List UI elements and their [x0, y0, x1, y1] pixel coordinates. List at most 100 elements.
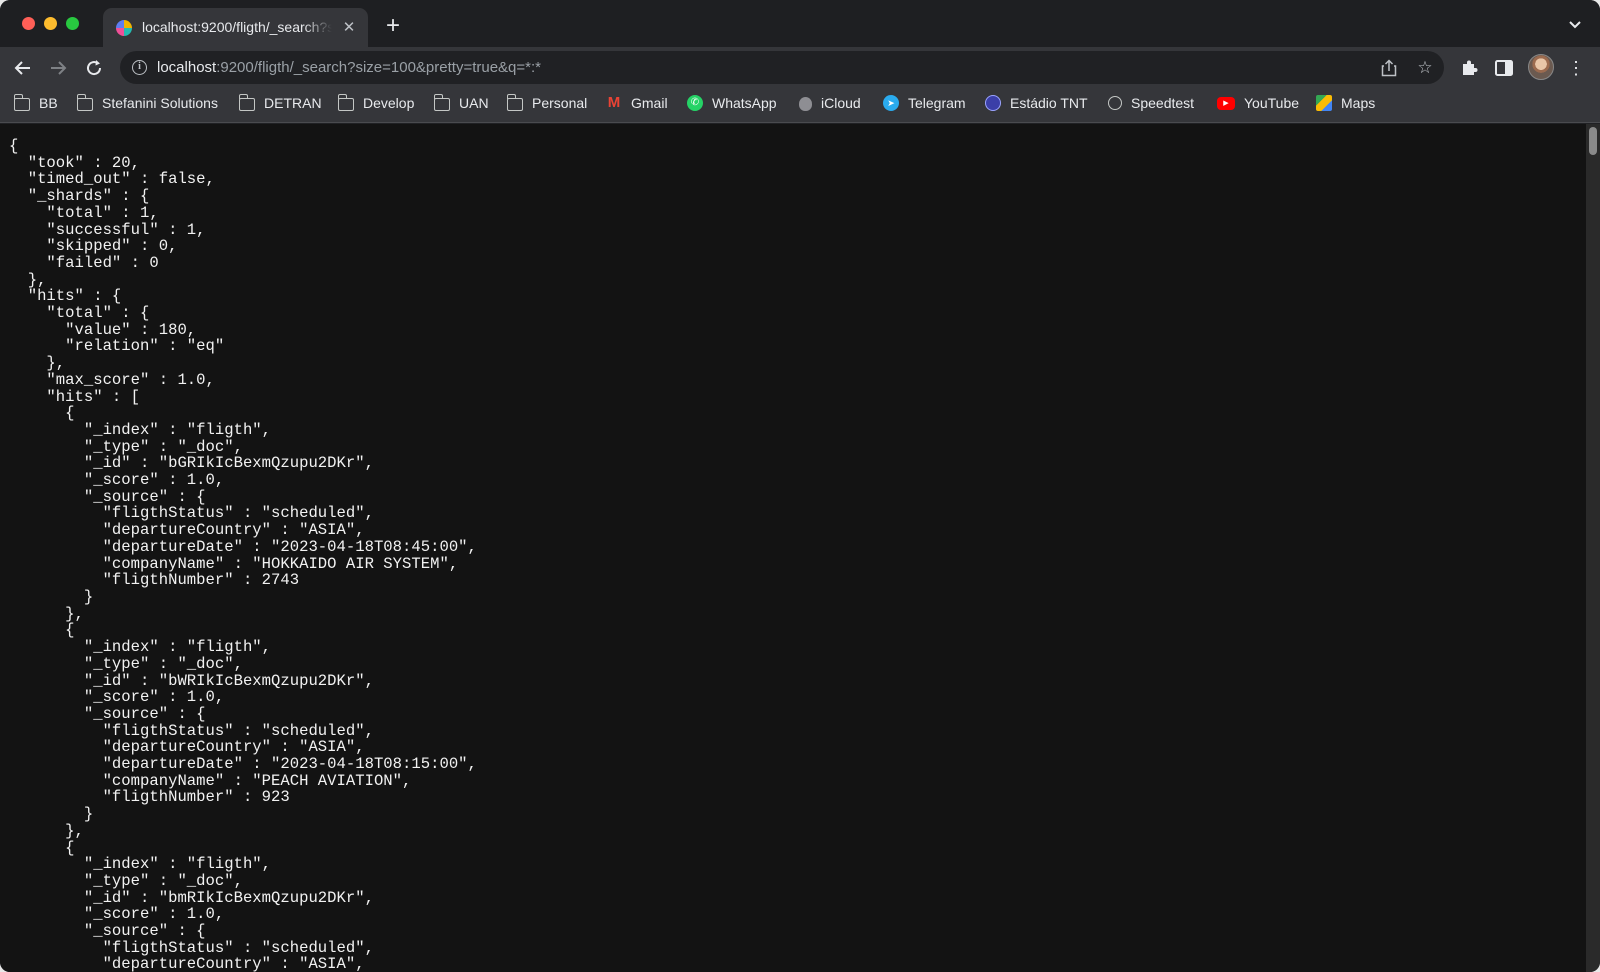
vertical-scrollbar[interactable] [1586, 124, 1600, 972]
bookmark-speedtest[interactable]: Speedtest [1108, 88, 1194, 118]
bookmark-estadio-tnt[interactable]: Estádio TNT [985, 88, 1088, 118]
elasticsearch-favicon-icon [116, 20, 132, 36]
json-line: "total" : 1, [9, 203, 159, 222]
folder-icon [337, 93, 354, 111]
json-line: "_index" : "fligth", [9, 855, 272, 874]
json-line: { [9, 137, 19, 155]
tab-strip: localhost:9200/fligth/_search?size=100&p… [0, 0, 1600, 47]
json-line: "_shards" : { [9, 187, 150, 206]
json-line: "_type" : "_doc", [9, 871, 243, 890]
json-line: "_source" : { [9, 487, 206, 506]
more-menu-icon[interactable]: ⋮ [1564, 56, 1588, 80]
json-line: "_score" : 1.0, [9, 688, 225, 707]
json-line: "fligthStatus" : "scheduled", [9, 938, 374, 957]
maximize-window-button[interactable] [66, 17, 79, 30]
json-response: { "took" : 20, "timed_out" : false, "_sh… [9, 138, 477, 972]
close-tab-icon[interactable]: ✕ [339, 18, 359, 38]
folder-icon [506, 93, 523, 111]
new-tab-button[interactable]: + [382, 14, 404, 38]
json-line: "_type" : "_doc", [9, 437, 243, 456]
json-line: "_score" : 1.0, [9, 905, 225, 924]
close-window-button[interactable] [22, 17, 35, 30]
json-line: "relation" : "eq" [9, 337, 225, 356]
json-line: } [9, 805, 94, 824]
json-line: "fligthNumber" : 923 [9, 788, 290, 807]
json-line: { [9, 404, 75, 423]
bookmark-maps[interactable]: Maps [1316, 88, 1375, 118]
json-line: "_id" : "bmRIkIcBexmQzupu2DKr", [9, 888, 374, 907]
back-button[interactable] [9, 54, 37, 82]
bookmark-gmail[interactable]: M Gmail [606, 88, 668, 118]
json-line: }, [9, 354, 66, 373]
bookmark-whatsapp[interactable]: ✆ WhatsApp [687, 88, 777, 118]
json-line: "companyName" : "HOKKAIDO AIR SYSTEM", [9, 554, 459, 573]
json-line: "took" : 20, [9, 153, 141, 172]
json-line: "departureCountry" : "ASIA", [9, 955, 365, 972]
json-line: "_type" : "_doc", [9, 654, 243, 673]
whatsapp-icon: ✆ [687, 95, 703, 111]
forward-button[interactable] [44, 54, 72, 82]
json-line: { [9, 621, 75, 640]
maps-icon [1316, 95, 1332, 111]
folder-icon [13, 93, 30, 111]
gmail-icon: M [607, 94, 621, 111]
tab-search-chevron-icon[interactable] [1565, 15, 1585, 35]
profile-avatar[interactable] [1528, 54, 1554, 80]
json-line: "_id" : "bGRIkIcBexmQzupu2DKr", [9, 454, 374, 473]
json-line: }, [9, 270, 47, 289]
toolbar: i localhost:9200/fligth/_search?size=100… [0, 47, 1600, 88]
bookmark-youtube[interactable]: ▶ YouTube [1217, 88, 1299, 118]
folder-icon [238, 93, 255, 111]
site-info-icon[interactable]: i [132, 60, 147, 75]
json-line: "fligthStatus" : "scheduled", [9, 721, 374, 740]
json-line: "departureDate" : "2023-04-18T08:15:00", [9, 755, 477, 774]
page-content: { "took" : 20, "timed_out" : false, "_sh… [0, 124, 1586, 972]
bookmark-telegram[interactable]: ➤ Telegram [883, 88, 966, 118]
json-line: "max_score" : 1.0, [9, 370, 215, 389]
bookmark-star-icon[interactable]: ☆ [1414, 57, 1436, 79]
json-line: "hits" : { [9, 287, 122, 306]
json-line: "_source" : { [9, 704, 206, 723]
bookmark-bb[interactable]: BB [13, 88, 58, 118]
bookmark-detran[interactable]: DETRAN [238, 88, 322, 118]
bookmark-develop[interactable]: Develop [337, 88, 414, 118]
bookmarks-bar: BB Stefanini Solutions DETRAN Develop UA… [0, 88, 1600, 123]
json-line: "_index" : "fligth", [9, 420, 272, 439]
estadio-icon [985, 95, 1001, 111]
folder-icon [76, 93, 93, 111]
reload-button[interactable] [80, 54, 108, 82]
apple-icon [799, 96, 812, 111]
json-line: }, [9, 604, 84, 623]
speedtest-icon [1108, 96, 1122, 110]
json-line: "successful" : 1, [9, 220, 206, 239]
active-tab[interactable]: localhost:9200/fligth/_search?size=100&p… [103, 8, 368, 47]
json-line: "timed_out" : false, [9, 170, 215, 189]
json-line: "failed" : 0 [9, 253, 159, 272]
bookmark-uan[interactable]: UAN [433, 88, 489, 118]
json-line: "hits" : [ [9, 387, 141, 406]
json-line: } [9, 587, 94, 606]
json-line: "skipped" : 0, [9, 237, 178, 256]
json-line: "_id" : "bWRIkIcBexmQzupu2DKr", [9, 671, 374, 690]
extensions-puzzle-icon[interactable] [1457, 56, 1481, 80]
bookmark-personal[interactable]: Personal [506, 88, 587, 118]
youtube-icon: ▶ [1217, 96, 1235, 110]
json-line: "departureCountry" : "ASIA", [9, 738, 365, 757]
json-line: "_index" : "fligth", [9, 638, 272, 657]
side-panel-icon[interactable] [1492, 56, 1516, 80]
browser-window: localhost:9200/fligth/_search?size=100&p… [0, 0, 1600, 972]
json-line: "fligthStatus" : "scheduled", [9, 504, 374, 523]
json-line: "_score" : 1.0, [9, 471, 225, 490]
share-icon[interactable] [1378, 57, 1400, 79]
url-text[interactable]: localhost:9200/fligth/_search?size=100&p… [157, 59, 541, 76]
json-line: }, [9, 821, 84, 840]
bookmark-icloud[interactable]: iCloud [799, 88, 861, 118]
json-line: "fligthNumber" : 2743 [9, 571, 300, 590]
scrollbar-thumb[interactable] [1589, 127, 1597, 155]
bookmark-stefanini-solutions[interactable]: Stefanini Solutions [76, 88, 218, 118]
tab-title: localhost:9200/fligth/_search?size=100&p… [142, 19, 332, 35]
json-line: "_source" : { [9, 922, 206, 941]
json-line: "departureCountry" : "ASIA", [9, 521, 365, 540]
minimize-window-button[interactable] [44, 17, 57, 30]
address-bar[interactable]: i localhost:9200/fligth/_search?size=100… [120, 51, 1444, 84]
